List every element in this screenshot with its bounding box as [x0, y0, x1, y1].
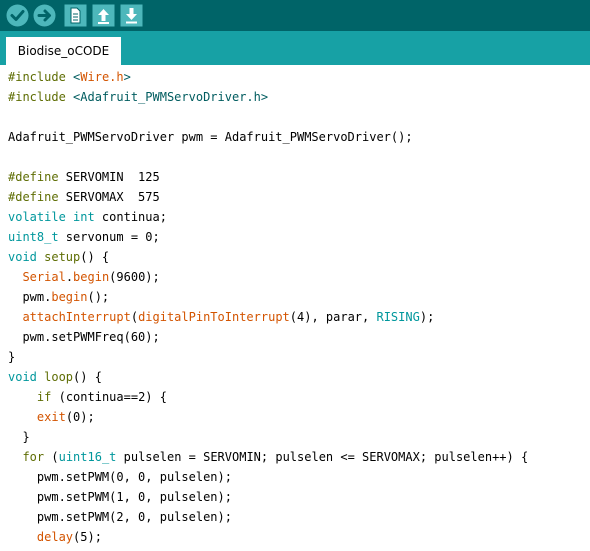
- code-token: delay: [36, 530, 74, 544]
- code-token: (: [130, 310, 139, 324]
- code-token: uint16_t: [58, 450, 124, 464]
- code-token: Serial: [22, 270, 66, 284]
- code-token: ();: [87, 290, 110, 304]
- code-token: void: [8, 250, 45, 264]
- tab-sketch[interactable]: Biodise_oCODE: [6, 37, 121, 65]
- code-token: (continua==2) {: [58, 390, 167, 404]
- code-line: }: [8, 427, 30, 447]
- code-token: digitalPinToInterrupt: [138, 310, 290, 324]
- code-token: SERVOMIN 125: [65, 170, 160, 184]
- code-token: pwm.setPWM(1, 0, pulselen);: [8, 490, 232, 504]
- code-token: () {: [80, 250, 110, 264]
- code-token: <Adafruit_PWMServoDriver.h>: [73, 90, 269, 104]
- code-line: delay(5);: [8, 527, 102, 547]
- code-line: #include <Wire.h>: [8, 67, 131, 87]
- code-line: pwm.setPWM(2, 0, pulselen);: [8, 507, 232, 527]
- save-down-arrow-icon: [120, 4, 143, 27]
- code-line: #define SERVOMAX 575: [8, 187, 160, 207]
- new-button[interactable]: [64, 4, 87, 27]
- code-token: (5);: [73, 530, 102, 544]
- code-token: void: [8, 370, 45, 384]
- code-token: (: [51, 450, 59, 464]
- code-line: Serial.begin(9600);: [8, 267, 160, 287]
- new-file-icon: [64, 4, 87, 27]
- code-line: void setup() {: [8, 247, 109, 267]
- code-line: uint8_t servonum = 0;: [8, 227, 160, 247]
- code-token: SERVOMAX 575: [65, 190, 160, 204]
- code-line: #include <Adafruit_PWMServoDriver.h>: [8, 87, 268, 107]
- code-token: setup: [44, 250, 81, 264]
- open-button[interactable]: [92, 4, 115, 27]
- code-line: for (uint16_t pulselen = SERVOMIN; pulse…: [8, 447, 528, 467]
- toolbar: [0, 0, 590, 31]
- code-token: pulselen = SERVOMIN; pulselen <= SERVOMA…: [123, 450, 529, 464]
- code-token: pwm.setPWMFreq(60);: [8, 330, 160, 344]
- code-token: >: [123, 70, 131, 84]
- code-token: uint8_t: [8, 230, 66, 244]
- code-token: pwm.: [8, 290, 52, 304]
- code-token: #include: [8, 90, 74, 104]
- code-line: if (continua==2) {: [8, 387, 167, 407]
- code-token: RISING: [376, 310, 420, 324]
- code-token: #define: [8, 190, 66, 204]
- code-line: volatile int continua;: [8, 207, 167, 227]
- code-token: begin: [51, 290, 88, 304]
- code-token: (0);: [65, 410, 95, 424]
- code-token: #include: [8, 70, 74, 84]
- tab-bar: Biodise_oCODE: [0, 31, 590, 65]
- check-icon: [6, 4, 29, 27]
- code-line: attachInterrupt(digitalPinToInterrupt(4)…: [8, 307, 434, 327]
- code-token: if: [36, 390, 59, 404]
- code-line: #define SERVOMIN 125: [8, 167, 160, 187]
- code-token: Wire.h: [80, 70, 124, 84]
- code-line: }: [8, 347, 15, 367]
- code-line: pwm.setPWMFreq(60);: [8, 327, 160, 347]
- open-up-arrow-icon: [92, 4, 115, 27]
- code-line: exit(0);: [8, 407, 95, 427]
- tab-label: Biodise_oCODE: [17, 44, 110, 58]
- code-token: servonum = 0;: [65, 230, 160, 244]
- code-editor[interactable]: #include <Wire.h> #include <Adafruit_PWMS…: [0, 65, 590, 551]
- code-token: .: [65, 270, 74, 284]
- upload-button[interactable]: [33, 4, 56, 27]
- code-token: (4), parar,: [289, 310, 377, 324]
- code-line: pwm.setPWM(1, 0, pulselen);: [8, 487, 232, 507]
- code-token: attachInterrupt: [22, 310, 131, 324]
- verify-button[interactable]: [6, 4, 29, 27]
- code-line: void loop() {: [8, 367, 102, 387]
- code-token: pwm.setPWM(0, 0, pulselen);: [8, 470, 232, 484]
- code-token: );: [419, 310, 435, 324]
- code-token: begin: [73, 270, 110, 284]
- code-token: (9600);: [109, 270, 160, 284]
- code-token: loop: [44, 370, 74, 384]
- code-token: continua;: [101, 210, 167, 224]
- code-line: pwm.begin();: [8, 287, 109, 307]
- code-token: exit: [36, 410, 66, 424]
- code-token: Adafruit_PWMServoDriver pwm = Adafruit_P…: [8, 130, 413, 144]
- code-token: }: [8, 350, 16, 364]
- code-token: for: [22, 450, 52, 464]
- save-button[interactable]: [120, 4, 143, 27]
- code-token: }: [8, 430, 30, 444]
- code-token: () {: [73, 370, 102, 384]
- code-line: Adafruit_PWMServoDriver pwm = Adafruit_P…: [8, 127, 413, 147]
- code-token: volatile int: [8, 210, 102, 224]
- code-line: pwm.setPWM(0, 0, pulselen);: [8, 467, 232, 487]
- arrow-right-icon: [33, 4, 56, 27]
- code-token: #define: [8, 170, 66, 184]
- code-token: pwm.setPWM(2, 0, pulselen);: [8, 510, 232, 524]
